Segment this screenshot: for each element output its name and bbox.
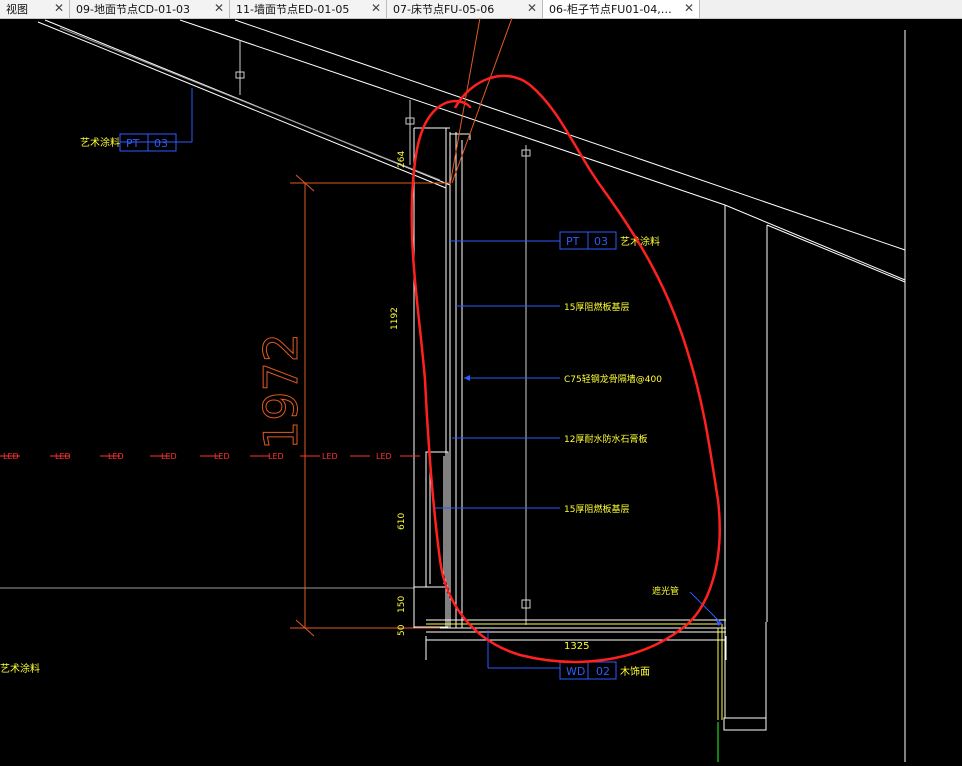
label-art-paint-left: 艺术涂料 — [80, 136, 120, 149]
note-panel-base-1: 15厚阻燃板基层 — [564, 301, 629, 313]
tag-03-left: 03 — [154, 137, 168, 150]
tab-view[interactable]: 视图 ✕ — [0, 0, 70, 18]
dim-small-top: 264 — [397, 151, 407, 168]
tag-pt-left: PT — [126, 137, 140, 150]
close-icon[interactable]: ✕ — [527, 1, 537, 15]
led-label: LED — [214, 452, 230, 461]
leader-arrowheads — [464, 375, 722, 626]
tab-bed-node[interactable]: 07-床节点FU-05-06 ✕ — [387, 0, 543, 18]
tab-label: 06-柜子节点FU01-04,… — [549, 3, 672, 16]
ceiling-hangers — [235, 40, 531, 625]
tag-02: 02 — [596, 665, 610, 678]
tab-label: 11-墙面节点ED-01-05 — [236, 3, 350, 16]
led-labels: LED LED LED LED LED LED LED LED — [3, 452, 392, 461]
red-markup-circle — [410, 74, 721, 664]
led-label: LED — [376, 452, 392, 461]
tag-wd: WD — [566, 665, 585, 678]
ceiling-hatch — [59, 27, 441, 181]
tag-boxes — [119, 133, 617, 680]
led-label: LED — [55, 452, 71, 461]
note-light-trough: 遮光管 — [652, 585, 679, 597]
cad-drawing: 1192 610 150 50 264 1325 1972 LED LED LE… — [0, 17, 906, 762]
tab-label: 07-床节点FU-05-06 — [393, 3, 495, 16]
led-label: LED — [108, 452, 124, 461]
dim-big: 1972 — [254, 333, 308, 450]
dimension-lines — [290, 17, 513, 637]
document-tab-bar: 视图 ✕ 09-地面节点CD-01-03 ✕ 11-墙面节点ED-01-05 ✕ 07… — [0, 0, 962, 19]
note-panel-base-2: 15厚阻燃板基层 — [564, 503, 629, 515]
tab-label: 视图 — [6, 3, 28, 16]
tab-cabinet-node[interactable]: 06-柜子节点FU01-04,… ✕ — [543, 0, 700, 18]
dim-1325: 1325 — [564, 641, 589, 652]
led-label: LED — [161, 452, 177, 461]
dim-1192: 1192 — [390, 307, 400, 330]
dim-150: 150 — [397, 596, 407, 613]
small-dimensions — [413, 183, 727, 660]
close-icon[interactable]: ✕ — [371, 1, 381, 15]
close-icon[interactable]: ✕ — [684, 1, 694, 15]
tab-floor-node[interactable]: 09-地面节点CD-01-03 ✕ — [70, 0, 230, 18]
tag-pt-right: PT — [566, 235, 580, 248]
cabinet-box — [413, 451, 726, 633]
wall-panel-layers — [413, 127, 471, 628]
ceiling-slope — [37, 19, 906, 762]
close-icon[interactable]: ✕ — [54, 1, 64, 15]
close-icon[interactable]: ✕ — [214, 1, 224, 15]
led-label: LED — [322, 452, 338, 461]
bottom-structure — [723, 622, 767, 731]
tag-03-right: 03 — [594, 235, 608, 248]
tab-label: 09-地面节点CD-01-03 — [76, 3, 191, 16]
led-label: LED — [3, 452, 19, 461]
dim-50: 50 — [397, 624, 407, 636]
note-gypsum-board: 12厚耐水防水石膏板 — [564, 433, 647, 445]
note-steel-keel: C75轻钢龙骨隔墙@400 — [564, 373, 662, 385]
led-label: LED — [268, 452, 284, 461]
tab-wall-node[interactable]: 11-墙面节点ED-01-05 ✕ — [230, 0, 387, 18]
cad-drawing-canvas[interactable]: 1192 610 150 50 264 1325 1972 LED LED LE… — [0, 17, 962, 762]
dim-610: 610 — [397, 513, 407, 530]
label-art-paint-bottom: 艺术涂料 — [0, 662, 40, 675]
label-wood-finish: 木饰面 — [620, 665, 650, 678]
